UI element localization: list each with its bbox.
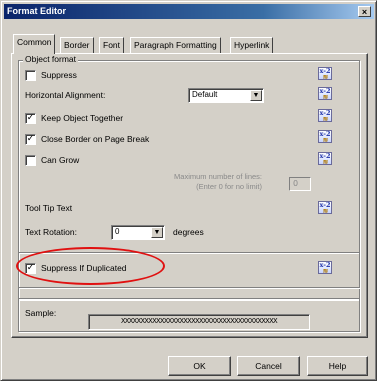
sample-label: Sample: [25, 308, 57, 318]
cancel-button[interactable]: Cancel [237, 356, 300, 376]
help-button[interactable]: Help [307, 356, 368, 376]
tab-hyperlink[interactable]: Hyperlink [230, 37, 274, 54]
title-bar[interactable]: Format Editor × [4, 4, 374, 19]
tab-panel-common: Object format Suppress x-2 ≋ Horizontal A… [11, 53, 368, 338]
max-lines-hint-line1: Maximum number of lines: [174, 172, 262, 181]
sample-preview: XXXXXXXXXXXXXXXXXXXXXXXXXXXXXXXXXXXXXXXX [88, 314, 310, 330]
object-format-caption: Object format [23, 54, 79, 64]
can-grow-label: Can Grow [41, 155, 80, 165]
horizontal-alignment-value: Default [192, 90, 218, 99]
suppress-duplicated-formula-icon[interactable]: x-2 ≋ [318, 261, 332, 274]
horizontal-alignment-label: Horizontal Alignment: [25, 90, 106, 100]
close-button[interactable]: × [358, 6, 371, 17]
format-editor-window: Format Editor × Common Border Font Parag… [0, 0, 377, 381]
text-rotation-value: 0 [115, 227, 120, 236]
keep-object-together-checkbox[interactable]: ✓ [25, 113, 36, 124]
max-lines-hint-line2: (Enter 0 for no limit) [196, 182, 262, 191]
window-title: Format Editor [7, 6, 67, 16]
text-rotation-label: Text Rotation: [25, 227, 77, 237]
keep-object-together-label: Keep Object Together [41, 113, 124, 123]
max-lines-input[interactable]: 0 [289, 177, 311, 191]
chevron-down-icon[interactable]: ▼ [250, 90, 262, 101]
horizontal-alignment-select[interactable]: Default ▼ [188, 88, 264, 103]
can-grow-checkbox[interactable] [25, 155, 36, 166]
close-border-formula-icon[interactable]: x-2 ≋ [318, 130, 332, 143]
chevron-down-icon[interactable]: ▼ [151, 227, 163, 238]
tooltip-formula-icon[interactable]: x-2 ≋ [318, 201, 332, 214]
tooltip-text-label: Tool Tip Text [25, 203, 73, 213]
suppress-formula-icon[interactable]: x-2 ≋ [318, 67, 332, 80]
can-grow-formula-icon[interactable]: x-2 ≋ [318, 152, 332, 165]
tab-paragraph-formatting[interactable]: Paragraph Formatting [130, 37, 221, 54]
ok-button[interactable]: OK [168, 356, 231, 376]
suppress-checkbox[interactable] [25, 70, 36, 81]
tab-border[interactable]: Border [60, 37, 94, 54]
suppress-label: Suppress [41, 70, 77, 80]
text-rotation-unit: degrees [173, 227, 204, 237]
alignment-formula-icon[interactable]: x-2 ≋ [318, 87, 332, 100]
close-border-checkbox[interactable]: ✓ [25, 134, 36, 145]
text-rotation-select[interactable]: 0 ▼ [111, 225, 165, 240]
max-lines-hint: Maximum number of lines: (Enter 0 for no… [142, 172, 262, 192]
tab-font[interactable]: Font [99, 37, 125, 54]
keep-together-formula-icon[interactable]: x-2 ≋ [318, 109, 332, 122]
highlight-ring [16, 247, 165, 285]
tab-common[interactable]: Common [13, 34, 56, 54]
close-border-label: Close Border on Page Break [41, 134, 150, 144]
